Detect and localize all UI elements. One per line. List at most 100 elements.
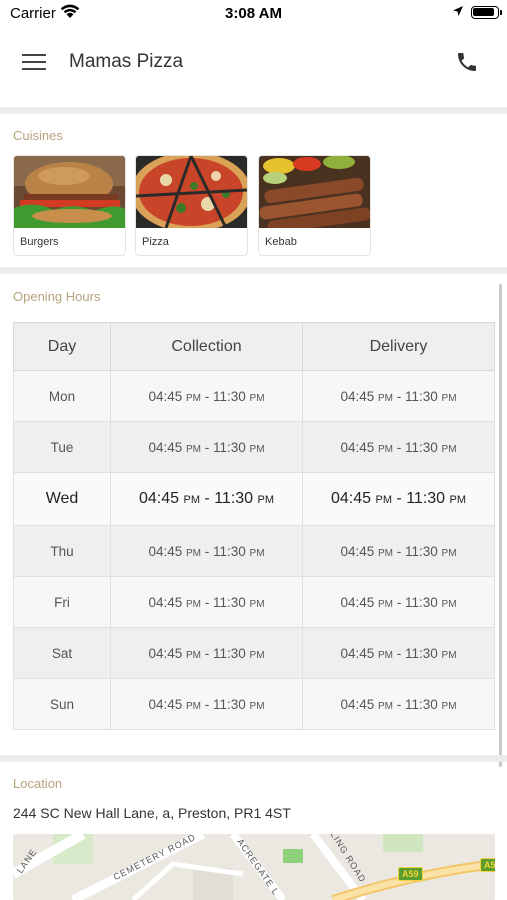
close-time: 11:30 [213, 645, 246, 661]
cell-delivery-hours: 04:45 PM - 11:30 PM [302, 576, 495, 628]
cell-collection-hours: 04:45 PM - 11:30 PM [110, 525, 303, 577]
close-time: 11:30 [405, 388, 438, 404]
time-separator: - [201, 543, 213, 559]
opening-hours-heading: Opening Hours [13, 289, 101, 304]
close-time: 11:30 [406, 490, 446, 507]
cell-day: Mon [13, 370, 111, 422]
hamburger-menu-icon[interactable] [22, 52, 48, 72]
open-time: 04:45 [340, 645, 375, 661]
clock-time: 3:08 AM [225, 5, 282, 22]
open-time: 04:45 [148, 594, 183, 610]
cell-collection-hours: 04:45 PM - 11:30 PM [110, 627, 303, 679]
cell-delivery-hours: 04:45 PM - 11:30 PM [302, 421, 495, 473]
cell-delivery-hours: 04:45 PM - 11:30 PM [302, 678, 495, 730]
table-row: Wed 04:45 PM - 11:30 PM 04:45 PM - 11:30 P… [13, 472, 495, 526]
table-row: Mon 04:45 PM - 11:30 PM 04:45 PM - 11:30 P… [13, 370, 495, 422]
table-row: Thu 04:45 PM - 11:30 PM 04:45 PM - 11:30 P… [13, 525, 495, 577]
column-header-day: Day [13, 322, 111, 371]
cell-day: Sun [13, 678, 111, 730]
cell-delivery-hours: 04:45 PM - 11:30 PM [302, 627, 495, 679]
table-row: Sun 04:45 PM - 11:30 PM 04:45 PM - 11:30 P… [13, 678, 495, 730]
section-divider [0, 755, 507, 762]
cell-delivery-hours: 04:45 PM - 11:30 PM [302, 472, 495, 526]
close-period: PM [249, 392, 265, 404]
open-period: PM [183, 494, 200, 506]
cuisines-heading: Cuisines [13, 128, 63, 143]
open-period: PM [186, 598, 201, 610]
open-time: 04:45 [148, 696, 183, 712]
close-time: 11:30 [405, 696, 438, 712]
close-period: PM [441, 547, 457, 559]
phone-icon[interactable] [455, 50, 479, 79]
open-time: 04:45 [148, 388, 183, 404]
open-time: 04:45 [148, 543, 183, 559]
table-header-row: Day Collection Delivery [13, 322, 495, 371]
time-separator: - [201, 439, 213, 455]
cell-day: Tue [13, 421, 111, 473]
cell-delivery-hours: 04:45 PM - 11:30 PM [302, 525, 495, 577]
time-separator: - [201, 645, 213, 661]
cuisine-name: Pizza [142, 236, 169, 248]
close-time: 11:30 [213, 439, 246, 455]
close-time: 11:30 [405, 594, 438, 610]
cell-collection-hours: 04:45 PM - 11:30 PM [110, 370, 303, 422]
close-time: 11:30 [405, 439, 438, 455]
time-separator: - [393, 696, 405, 712]
close-time: 11:30 [405, 543, 438, 559]
app-header: Mamas Pizza [0, 28, 507, 108]
cuisine-card-pizza[interactable]: Pizza [135, 155, 248, 256]
location-arrow-icon [452, 5, 464, 23]
close-period: PM [449, 494, 467, 506]
battery-icon [471, 6, 502, 19]
cuisine-card-kebab[interactable]: Kebab [258, 155, 371, 256]
open-time: 04:45 [340, 594, 375, 610]
close-time: 11:30 [405, 645, 438, 661]
close-period: PM [249, 649, 265, 661]
close-period: PM [257, 494, 275, 506]
time-separator: - [201, 696, 213, 712]
open-period: PM [378, 392, 393, 404]
close-period: PM [441, 649, 457, 661]
location-map[interactable]: LANE CEMETERY ROAD ACREGATE L LING ROAD … [13, 834, 495, 900]
section-divider [0, 107, 507, 114]
road-badge-a5: A5 [480, 858, 495, 872]
column-header-delivery: Delivery [302, 322, 495, 371]
open-period: PM [186, 649, 201, 661]
cell-collection-hours: 04:45 PM - 11:30 PM [110, 678, 303, 730]
kebab-image [259, 156, 370, 228]
status-bar: Carrier 3:08 AM [0, 0, 507, 28]
cuisine-card-burgers[interactable]: Burgers [13, 155, 126, 256]
open-time: 04:45 [138, 490, 180, 507]
cell-collection-hours: 04:45 PM - 11:30 PM [110, 472, 303, 526]
column-header-collection: Collection [110, 322, 303, 371]
burger-image [14, 156, 125, 228]
open-period: PM [378, 649, 393, 661]
close-time: 11:30 [213, 543, 246, 559]
close-time: 11:30 [213, 696, 246, 712]
location-heading: Location [13, 776, 63, 791]
close-period: PM [441, 598, 457, 610]
open-period: PM [186, 700, 201, 712]
time-separator: - [393, 543, 405, 559]
close-period: PM [249, 443, 265, 455]
cuisine-name: Kebab [265, 236, 297, 248]
open-time: 04:45 [340, 388, 375, 404]
open-time: 04:45 [340, 543, 375, 559]
scrollbar[interactable] [499, 284, 502, 767]
open-period: PM [375, 494, 392, 506]
open-time: 04:45 [340, 439, 375, 455]
cell-day: Sat [13, 627, 111, 679]
cell-collection-hours: 04:45 PM - 11:30 PM [110, 421, 303, 473]
close-period: PM [249, 700, 265, 712]
table-row: Sat 04:45 PM - 11:30 PM 04:45 PM - 11:30 P… [13, 627, 495, 679]
open-period: PM [378, 443, 393, 455]
open-period: PM [186, 443, 201, 455]
section-divider [0, 267, 507, 274]
time-separator: - [199, 490, 215, 507]
table-row: Fri 04:45 PM - 11:30 PM 04:45 PM - 11:30 P… [13, 576, 495, 628]
pizza-image [136, 156, 247, 228]
time-separator: - [201, 388, 213, 404]
hours-table-body: Mon 04:45 PM - 11:30 PM 04:45 PM - 11:30 P… [13, 370, 495, 730]
time-separator: - [393, 594, 405, 610]
close-time: 11:30 [213, 594, 246, 610]
